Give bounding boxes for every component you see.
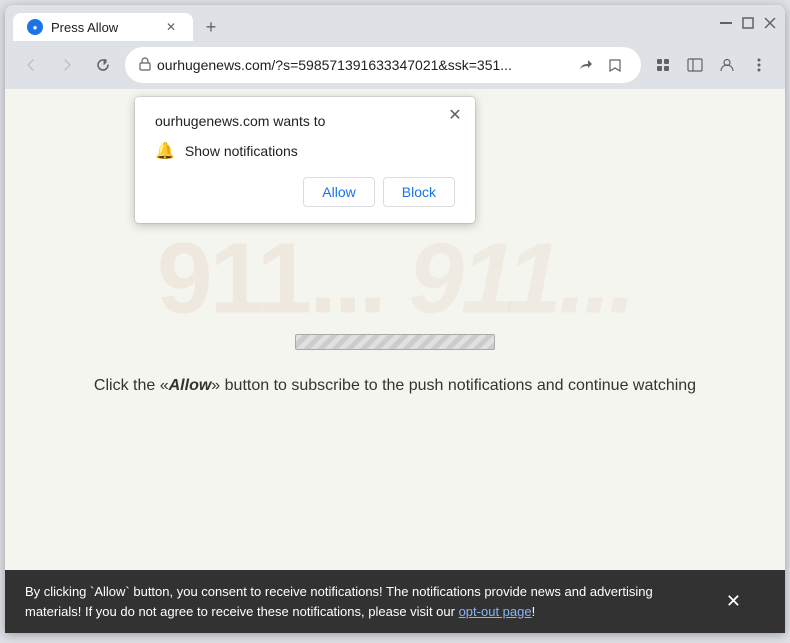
address-bar[interactable]: ourhugenews.com/?s=598571391633347021&ss… (125, 47, 641, 83)
new-tab-button[interactable]: + (197, 13, 225, 41)
account-button[interactable] (713, 51, 741, 79)
popup-actions: Allow Block (155, 177, 455, 207)
lock-icon (139, 57, 151, 74)
browser-window: ● Press Allow ✕ + (5, 5, 785, 633)
loading-bar-container (295, 334, 495, 350)
close-button[interactable] (763, 16, 777, 30)
tab-favicon: ● (27, 19, 43, 35)
toolbar-icons (649, 51, 773, 79)
bell-icon: 🔔 (155, 141, 175, 161)
maximize-button[interactable] (741, 16, 755, 30)
back-button[interactable] (17, 51, 45, 79)
watermark: 911... 911... (157, 222, 633, 337)
popup-item-text: Show notifications (185, 143, 298, 159)
banner-text-prefix: By clicking `Allow` button, you consent … (25, 584, 653, 619)
main-text-suffix: » button to subscribe to the push notifi… (211, 377, 696, 394)
address-actions (573, 53, 627, 77)
window-controls (719, 16, 777, 38)
banner-close-button[interactable]: ✕ (722, 584, 745, 619)
extensions-button[interactable] (649, 51, 677, 79)
forward-button[interactable] (53, 51, 81, 79)
browser-tab[interactable]: ● Press Allow ✕ (13, 13, 193, 41)
main-text-prefix: Click the « (94, 377, 169, 394)
navigation-bar: ourhugenews.com/?s=598571391633347021&ss… (5, 41, 785, 89)
tab-title: Press Allow (51, 20, 155, 35)
share-button[interactable] (573, 53, 597, 77)
refresh-button[interactable] (89, 51, 117, 79)
tab-bar: ● Press Allow ✕ + (13, 13, 715, 41)
loading-bar (295, 334, 495, 350)
popup-item: 🔔 Show notifications (155, 141, 455, 161)
bottom-banner: By clicking `Allow` button, you consent … (5, 570, 785, 633)
popup-close-button[interactable]: ✕ (445, 105, 465, 125)
popup-title: ourhugenews.com wants to (155, 113, 455, 129)
notification-popup: ✕ ourhugenews.com wants to 🔔 Show notifi… (135, 97, 475, 223)
sidebar-button[interactable] (681, 51, 709, 79)
banner-text: By clicking `Allow` button, you consent … (25, 582, 706, 621)
tab-close-button[interactable]: ✕ (163, 19, 179, 35)
minimize-button[interactable] (719, 16, 733, 30)
banner-opt-out-link[interactable]: opt-out page (459, 604, 532, 619)
menu-button[interactable] (745, 51, 773, 79)
page-content: 911... 911... Click the «Allow» button t… (5, 89, 785, 633)
allow-button[interactable]: Allow (303, 177, 374, 207)
allow-text: Allow (169, 377, 212, 394)
main-instruction-text: Click the «Allow» button to subscribe to… (5, 377, 785, 395)
address-text: ourhugenews.com/?s=598571391633347021&ss… (157, 57, 567, 73)
block-button[interactable]: Block (383, 177, 455, 207)
bookmark-button[interactable] (603, 53, 627, 77)
title-bar: ● Press Allow ✕ + (5, 5, 785, 41)
banner-text-suffix: ! (532, 604, 536, 619)
